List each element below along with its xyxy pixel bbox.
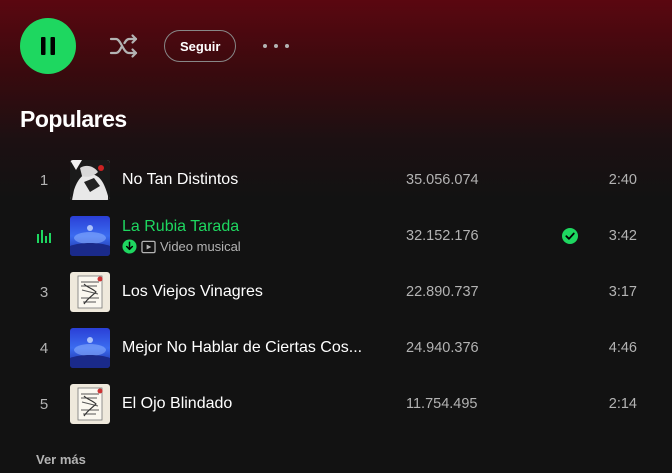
track-row[interactable]: 3 Los Viejos Vinagres 22.890.737 3:17	[20, 264, 652, 320]
track-title[interactable]: Mejor No Hablar de Ciertas Cos...	[122, 339, 372, 357]
track-cover	[70, 160, 110, 200]
video-icon	[141, 240, 156, 253]
track-cover	[70, 216, 110, 256]
track-row[interactable]: 4 Mejor No Hablar de Ciertas Cos... 24.9…	[20, 320, 652, 376]
more-options-button[interactable]	[262, 30, 290, 62]
track-title[interactable]: No Tan Distintos	[122, 171, 372, 189]
track-info: Mejor No Hablar de Ciertas Cos...	[122, 320, 372, 376]
section-title: Populares	[20, 106, 127, 132]
track-row[interactable]: 5 El Ojo Blindado 11.754.495 2:14	[20, 376, 652, 432]
track-title[interactable]: Los Viejos Vinagres	[122, 283, 372, 301]
play-count: 35.056.074	[406, 172, 479, 188]
track-info: No Tan Distintos	[122, 152, 372, 208]
downloaded-icon	[122, 239, 137, 254]
shuffle-icon	[109, 34, 138, 58]
track-row-playing[interactable]: La Rubia Tarada Video musical 32.152.176…	[20, 208, 652, 264]
track-row[interactable]: 1 No Tan Distintos 35.056.074 2:40	[20, 152, 652, 208]
more-options-icon	[263, 44, 290, 48]
play-count: 22.890.737	[406, 284, 479, 300]
video-label: Video musical	[160, 239, 241, 254]
track-cover	[70, 384, 110, 424]
track-number: 5	[39, 395, 49, 413]
track-cover	[70, 328, 110, 368]
play-count: 11.754.495	[406, 396, 478, 412]
pause-button[interactable]	[20, 18, 76, 74]
play-count: 24.940.376	[406, 340, 479, 356]
see-more-button[interactable]: Ver más	[36, 452, 86, 467]
track-info: El Ojo Blindado	[122, 376, 372, 432]
play-count: 32.152.176	[406, 228, 479, 244]
track-duration: 3:42	[608, 228, 637, 244]
track-duration: 3:17	[608, 284, 637, 300]
follow-button[interactable]: Seguir	[164, 30, 237, 62]
track-cover	[70, 272, 110, 312]
saved-check-icon[interactable]	[562, 228, 578, 244]
track-subtitle: Video musical	[122, 239, 372, 254]
track-number: 3	[39, 283, 49, 301]
track-info: La Rubia Tarada Video musical	[122, 208, 372, 264]
track-info: Los Viejos Vinagres	[122, 264, 372, 320]
equalizer-icon	[36, 208, 52, 264]
pause-icon	[41, 37, 55, 55]
track-duration: 2:40	[608, 172, 637, 188]
track-number: 4	[39, 339, 49, 357]
track-title[interactable]: El Ojo Blindado	[122, 395, 372, 413]
track-title[interactable]: La Rubia Tarada	[122, 218, 372, 236]
track-duration: 4:46	[608, 340, 637, 356]
action-bar: Seguir	[20, 18, 290, 74]
shuffle-button[interactable]	[108, 30, 140, 62]
track-number: 1	[39, 171, 49, 189]
track-list: 1 No Tan Distintos 35.056.074 2:40 La Ru…	[20, 152, 652, 432]
track-duration: 2:14	[608, 396, 637, 412]
